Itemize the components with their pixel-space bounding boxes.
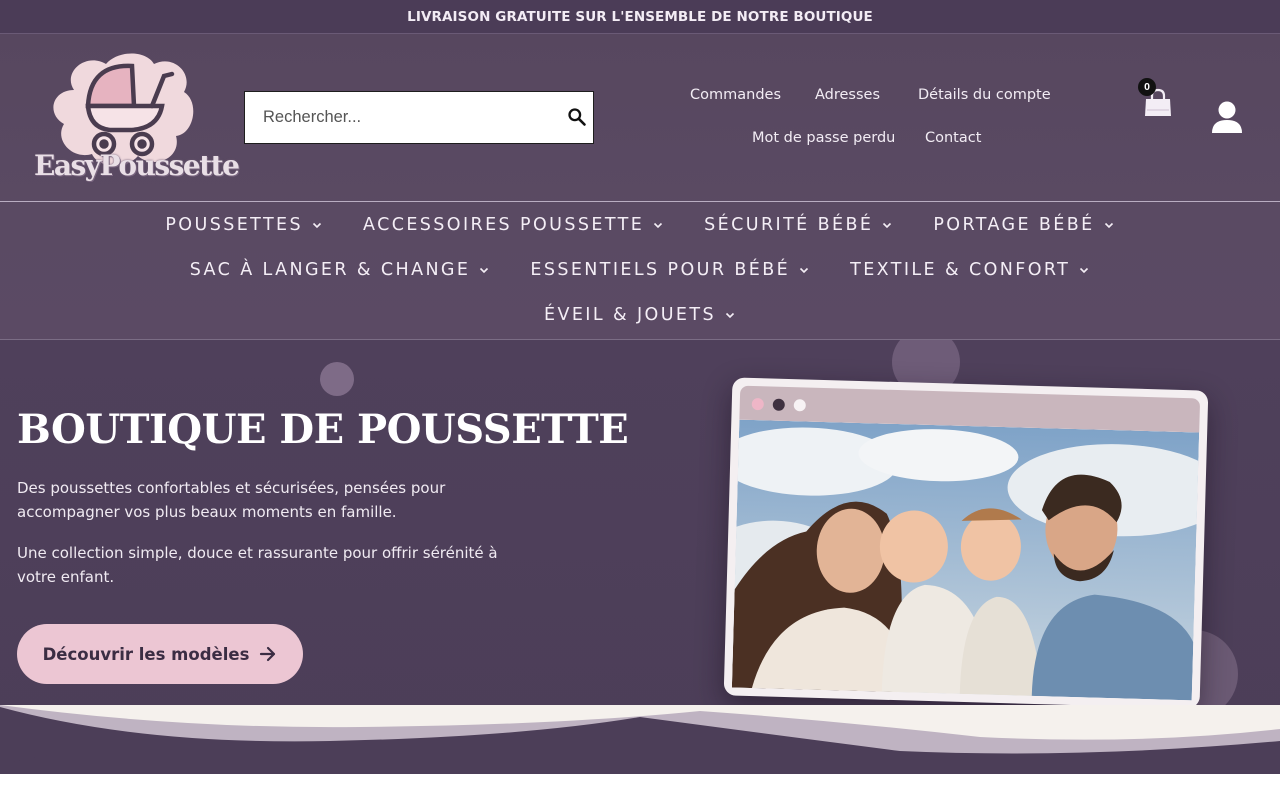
search-icon[interactable] [567,107,587,127]
main-menu: POUSSETTES ACCESSOIRES POUSSETTE SÉCURIT… [0,202,1280,339]
chevron-down-icon [1080,267,1089,274]
hero-section: BOUTIQUE DE POUSSETTE Des poussettes con… [0,339,1280,774]
decorative-circle [320,362,354,396]
decorative-wave [0,705,1280,774]
cta-label: Découvrir les modèles [42,644,250,664]
menu-label: POUSSETTES [165,215,304,235]
user-icon [1212,101,1242,133]
menu-row-1: POUSSETTES ACCESSOIRES POUSSETTE SÉCURIT… [0,215,1280,235]
user-account-button[interactable] [1210,100,1244,136]
menu-item-textile-confort[interactable]: TEXTILE & CONFORT [850,260,1090,280]
menu-item-accessoires-poussette[interactable]: ACCESSOIRES POUSSETTE [363,215,664,235]
chevron-down-icon [312,222,322,229]
nav-link-lost-password[interactable]: Mot de passe perdu [752,130,895,146]
nav-link-contact[interactable]: Contact [925,130,981,146]
page-bottom [0,774,1280,800]
nav-link-account-details[interactable]: Détails du compte [918,87,1051,103]
announcement-text: LIVRAISON GRATUITE SUR L'ENSEMBLE DE NOT… [407,8,873,25]
menu-label: ÉVEIL & JOUETS [544,305,716,325]
hero-paragraph-2: Une collection simple, douce et rassuran… [17,544,498,586]
chevron-down-icon [1104,222,1113,229]
menu-item-sac-a-langer[interactable]: SAC À LANGER & CHANGE [190,260,491,280]
menu-item-poussettes[interactable]: POUSSETTES [165,215,323,235]
menu-item-eveil-jouets[interactable]: ÉVEIL & JOUETS [544,305,736,325]
search-input[interactable] [245,92,555,142]
search-form [244,91,594,144]
menu-row-2: SAC À LANGER & CHANGE ESSENTIELS POUR BÉ… [0,260,1280,280]
menu-label: PORTAGE BÉBÉ [933,215,1095,235]
window-dot-icon [751,397,764,411]
site-logo[interactable]: EasyPoussette [34,50,240,186]
menu-item-securite-bebe[interactable]: SÉCURITÉ BÉBÉ [704,215,893,235]
family-photo [731,419,1200,701]
account-nav: Commandes Adresses Détails du compte Mot… [650,82,1070,172]
nav-link-orders[interactable]: Commandes [690,87,781,103]
logo-wordmark: EasyPoussette [34,149,240,182]
cart-button[interactable]: 0 [1138,78,1178,118]
arrow-right-icon [260,646,276,662]
chevron-down-icon [480,267,489,274]
cart-count-badge: 0 [1138,78,1156,96]
window-dot-icon [772,398,785,411]
header-top: EasyPoussette Commandes Adresses Détails… [0,34,1280,202]
chevron-down-icon [800,267,809,274]
announcement-bar: LIVRAISON GRATUITE SUR L'ENSEMBLE DE NOT… [0,0,1280,34]
discover-models-button[interactable]: Découvrir les modèles [17,624,303,684]
nav-link-addresses[interactable]: Adresses [815,87,880,103]
menu-label: ACCESSOIRES POUSSETTE [363,215,645,235]
menu-item-portage-bebe[interactable]: PORTAGE BÉBÉ [933,215,1114,235]
menu-label: TEXTILE & CONFORT [850,260,1071,280]
menu-label: SÉCURITÉ BÉBÉ [704,215,874,235]
menu-row-3: ÉVEIL & JOUETS [0,305,1280,325]
menu-item-essentiels-bebe[interactable]: ESSENTIELS POUR BÉBÉ [530,260,810,280]
chevron-down-icon [725,312,735,319]
window-dot-icon [793,399,806,412]
site-header: EasyPoussette Commandes Adresses Détails… [0,34,1280,339]
chevron-down-icon [883,222,892,229]
menu-label: SAC À LANGER & CHANGE [189,260,471,280]
hero-image-frame [723,377,1209,709]
menu-label: ESSENTIELS POUR BÉBÉ [530,260,791,280]
hero-paragraph-1: Des poussettes confortables et sécurisée… [17,479,446,521]
hero-title: BOUTIQUE DE POUSSETTE [17,406,629,453]
chevron-down-icon [654,222,663,229]
